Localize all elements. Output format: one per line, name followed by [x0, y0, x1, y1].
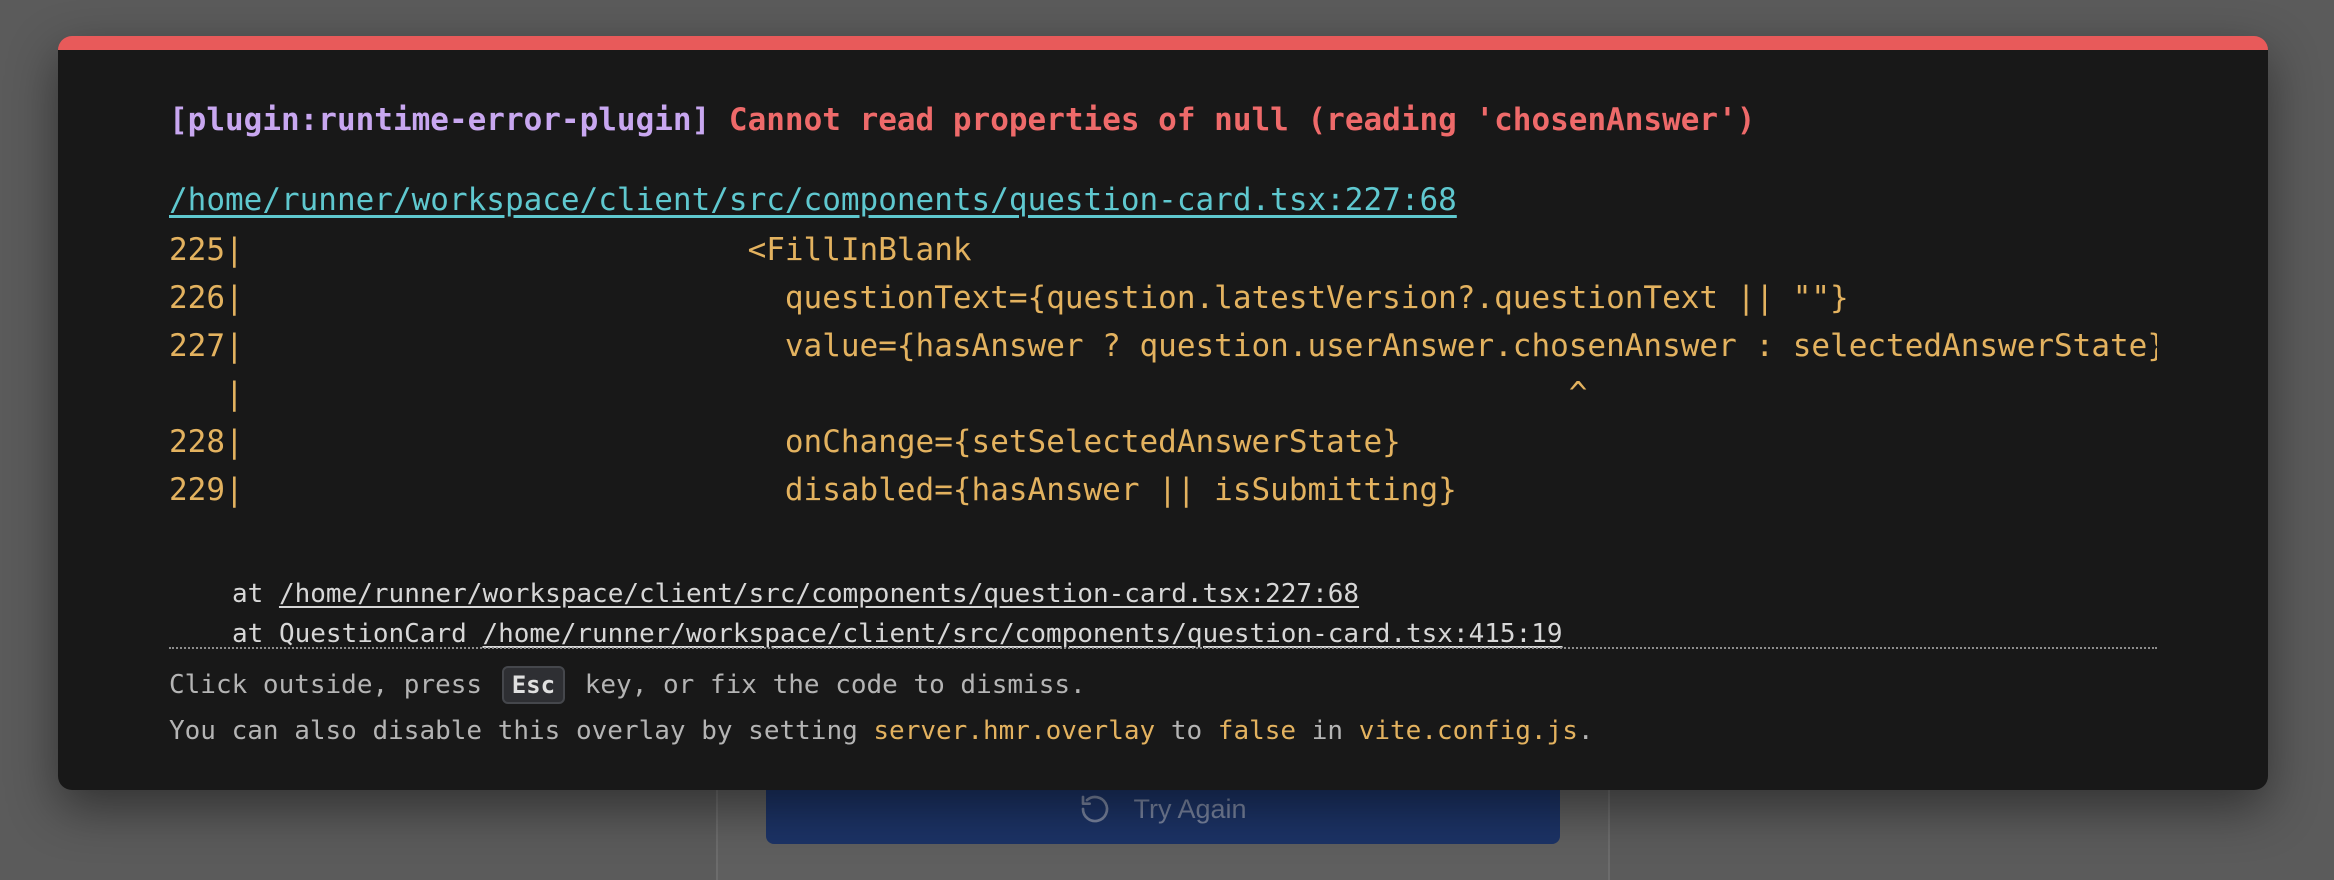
stack-frame-prefix: at — [232, 579, 279, 609]
esc-key-badge: Esc — [501, 666, 566, 704]
tip-code: vite.config.js — [1358, 716, 1578, 746]
tip-line-1: Click outside, press Esc key, or fix the… — [169, 662, 1594, 708]
code-line: 226| questionText={question.latestVersio… — [169, 280, 1849, 316]
stack-trace: at /home/runner/workspace/client/src/com… — [232, 574, 1563, 654]
tip-line-2: You can also disable this overlay by set… — [169, 708, 1594, 754]
dismiss-tip: Click outside, press Esc key, or fix the… — [169, 662, 1594, 754]
divider — [169, 647, 2157, 649]
stack-frame-prefix: at QuestionCard — [232, 619, 483, 649]
tip-text: You can also disable this overlay by set… — [169, 716, 874, 746]
code-frame: 225| <FillInBlank 226| questionText={que… — [169, 226, 2157, 546]
tip-text: Click outside, press — [169, 670, 498, 700]
tip-text: . — [1577, 716, 1594, 746]
error-message: [plugin:runtime-error-plugin] Cannot rea… — [169, 102, 1755, 138]
tip-text: in — [1296, 716, 1359, 746]
tip-text: to — [1155, 716, 1218, 746]
error-text: Cannot read properties of null (reading … — [728, 102, 1756, 138]
try-again-label: Try Again — [1133, 793, 1247, 824]
plugin-name: [plugin:runtime-error-plugin] — [169, 102, 711, 138]
tip-code: false — [1217, 716, 1297, 746]
stack-frame-link[interactable]: /home/runner/workspace/client/src/compon… — [279, 579, 1359, 609]
tip-text: key, or fix the code to dismiss. — [569, 670, 1086, 700]
error-overlay-window: [plugin:runtime-error-plugin] Cannot rea… — [58, 36, 2268, 790]
code-line: 228| onChange={setSelectedAnswerState} — [169, 424, 1401, 460]
error-file-link[interactable]: /home/runner/workspace/client/src/compon… — [169, 182, 1457, 218]
rotate-ccw-icon — [1079, 793, 1111, 825]
code-line: 229| disabled={hasAnswer || isSubmitting… — [169, 472, 1457, 508]
tip-code: server.hmr.overlay — [873, 716, 1156, 746]
stack-frame-link[interactable]: /home/runner/workspace/client/src/compon… — [482, 619, 1562, 649]
stack-frame: at /home/runner/workspace/client/src/com… — [232, 574, 1563, 614]
code-line: 227| value={hasAnswer ? question.userAns… — [169, 328, 2157, 364]
error-caret-line: | ^ — [169, 376, 1588, 412]
code-line: 225| <FillInBlank — [169, 232, 972, 268]
